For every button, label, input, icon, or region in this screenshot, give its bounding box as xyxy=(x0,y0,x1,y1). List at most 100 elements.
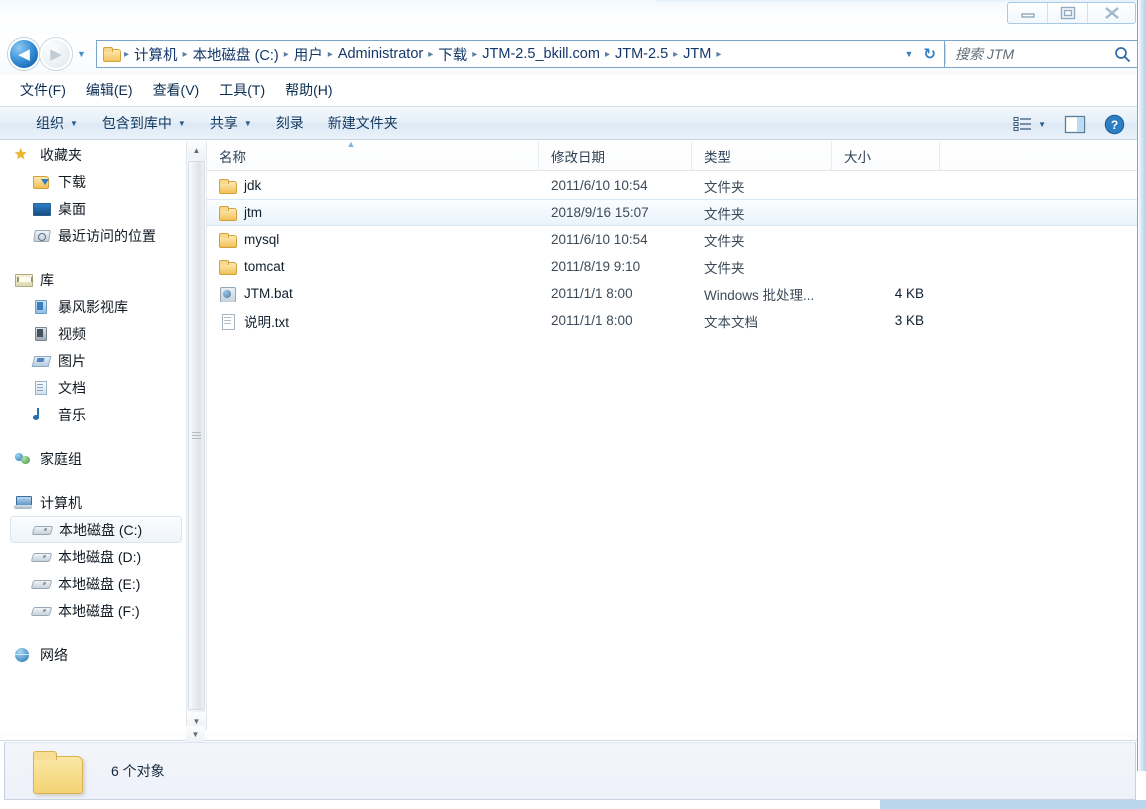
sidebar-item-drive-d[interactable]: 本地磁盘 (D:) xyxy=(0,543,186,570)
column-header-name[interactable]: ▲ 名称 xyxy=(207,138,539,171)
file-name-cell: jdk xyxy=(207,178,539,194)
sidebar-item-downloads[interactable]: 下载 xyxy=(0,168,186,195)
breadcrumb-item-jtm-bkill[interactable]: JTM-2.5_bkill.com xyxy=(478,45,604,63)
table-row[interactable]: 说明.txt 2011/1/1 8:00 文本文档 3 KB xyxy=(207,307,1139,334)
sidebar-group-computer[interactable]: 计算机 xyxy=(0,489,186,516)
menu-item-tools[interactable]: 工具(T) xyxy=(211,78,273,102)
toolbar-burn-button[interactable]: 刻录 xyxy=(264,110,316,136)
breadcrumb-item-administrator[interactable]: Administrator xyxy=(334,45,427,63)
navigation-buttons: ◀ ▶ ▼ xyxy=(8,38,86,70)
music-icon xyxy=(32,406,51,423)
sidebar-item-pictures[interactable]: 图片 xyxy=(0,347,186,374)
status-folder-icon xyxy=(29,748,87,794)
scroll-up-button[interactable]: ▲ xyxy=(187,141,206,159)
sidebar-item-drive-e[interactable]: 本地磁盘 (E:) xyxy=(0,570,186,597)
column-header-row: ▲ 名称 修改日期 类型 大小 xyxy=(207,138,1139,171)
sidebar-item-music[interactable]: 音乐 xyxy=(0,401,186,428)
sidebar-item-videos[interactable]: 视频 xyxy=(0,320,186,347)
file-name-cell: jtm xyxy=(207,205,539,221)
file-type: 文件夹 xyxy=(704,206,745,222)
sidebar-item-recent-places[interactable]: 最近访问的位置 xyxy=(0,222,186,249)
breadcrumb-separator: ▸ xyxy=(673,48,679,60)
address-dropdown-icon[interactable]: ▼ xyxy=(901,49,924,59)
table-row[interactable]: mysql 2011/6/10 10:54 文件夹 xyxy=(207,226,1139,253)
toolbar-share-label: 共享 xyxy=(209,115,238,131)
menu-item-edit[interactable]: 编辑(E) xyxy=(78,78,141,102)
maximize-button[interactable] xyxy=(1048,3,1088,23)
breadcrumb-item-jtm25[interactable]: JTM-2.5 xyxy=(611,45,672,63)
close-button[interactable] xyxy=(1088,3,1135,23)
documents-icon xyxy=(32,379,51,396)
sidebar-label: 文档 xyxy=(58,379,86,396)
file-rows: jdk 2011/6/10 10:54 文件夹 jtm 2018/9/16 15… xyxy=(207,172,1139,334)
breadcrumb-item-downloads[interactable]: 下载 xyxy=(434,43,471,66)
toolbar-share-button[interactable]: 共享 ▼ xyxy=(198,110,264,136)
videos-icon xyxy=(32,325,51,342)
toolbar-new-folder-button[interactable]: 新建文件夹 xyxy=(316,110,410,136)
menu-item-file[interactable]: 文件(F) xyxy=(12,78,74,102)
drive-icon xyxy=(32,602,51,619)
homegroup-icon xyxy=(14,450,33,467)
column-header-date-modified[interactable]: 修改日期 xyxy=(539,140,692,171)
preview-pane-button[interactable] xyxy=(1057,113,1093,136)
help-button[interactable]: ? xyxy=(1097,112,1132,137)
sidebar-item-desktop[interactable]: 桌面 xyxy=(0,195,186,222)
table-row[interactable]: tomcat 2011/8/19 9:10 文件夹 xyxy=(207,253,1139,280)
column-header-size[interactable]: 大小 xyxy=(832,140,940,171)
breadcrumb-item-users[interactable]: 用户 xyxy=(290,43,327,66)
sidebar-item-documents[interactable]: 文档 xyxy=(0,374,186,401)
file-name-cell: JTM.bat xyxy=(207,286,539,302)
navigation-pane-scrollbar[interactable]: ▲ ▼ xyxy=(186,141,206,730)
chevron-down-icon: ▼ xyxy=(177,118,186,128)
toolbar-organize-label: 组织 xyxy=(36,115,64,131)
table-row[interactable]: jdk 2011/6/10 10:54 文件夹 xyxy=(207,172,1139,199)
history-dropdown-icon[interactable]: ▼ xyxy=(77,49,86,59)
column-label: 类型 xyxy=(704,149,731,165)
search-input[interactable]: 搜索 JTM xyxy=(955,44,1114,64)
sidebar-group-network[interactable]: 网络 xyxy=(0,641,186,668)
file-list-pane: ▲ 名称 修改日期 类型 大小 jdk 2011/6/10 10:54 文件夹 xyxy=(206,138,1139,730)
search-icon[interactable] xyxy=(1114,46,1131,63)
sidebar-group-libraries[interactable]: 库 xyxy=(0,266,186,293)
sidebar-group-homegroup[interactable]: 家庭组 xyxy=(0,445,186,472)
scrollbar-thumb[interactable] xyxy=(188,161,205,710)
back-arrow-icon: ◀ xyxy=(18,45,30,63)
breadcrumb-item-computer[interactable]: 计算机 xyxy=(130,43,182,66)
back-button[interactable]: ◀ xyxy=(8,38,40,70)
file-name: jtm xyxy=(244,205,262,220)
file-type: 文件夹 xyxy=(704,233,745,249)
toolbar-include-label: 包含到库中 xyxy=(101,115,172,131)
sort-ascending-icon: ▲ xyxy=(346,138,356,149)
sidebar-item-drive-c[interactable]: 本地磁盘 (C:) xyxy=(10,516,182,543)
search-divider xyxy=(945,44,946,64)
sidebar-item-drive-f[interactable]: 本地磁盘 (F:) xyxy=(0,597,186,624)
breadcrumb-item-c-drive[interactable]: 本地磁盘 (C:) xyxy=(189,43,283,66)
table-row[interactable]: jtm 2018/9/16 15:07 文件夹 xyxy=(207,199,1139,226)
breadcrumb-separator: ▸ xyxy=(182,48,188,60)
toolbar-include-in-library-button[interactable]: 包含到库中 ▼ xyxy=(90,110,198,136)
address-bar[interactable]: ▸ 计算机 ▸ 本地磁盘 (C:) ▸ 用户 ▸ Administrator ▸… xyxy=(96,40,944,68)
forward-button[interactable]: ▶ xyxy=(40,38,72,70)
scrollbar-grip-icon xyxy=(192,432,201,439)
sidebar-label: 暴风影视库 xyxy=(58,298,128,315)
column-header-type[interactable]: 类型 xyxy=(692,140,832,171)
change-view-button[interactable]: ▼ xyxy=(1006,114,1053,135)
file-date: 2011/6/10 10:54 xyxy=(551,232,648,247)
scroll-down-button-bottom[interactable]: ▼ xyxy=(186,726,205,742)
refresh-icon[interactable]: ↻ xyxy=(923,45,944,63)
forward-arrow-icon: ▶ xyxy=(50,45,62,63)
sidebar-label: 音乐 xyxy=(58,406,86,423)
toolbar-organize-button[interactable]: 组织 ▼ xyxy=(24,110,90,136)
sidebar-item-baofeng-library[interactable]: 暴风影视库 xyxy=(0,293,186,320)
search-box[interactable]: 搜索 JTM xyxy=(944,40,1138,68)
menu-item-view[interactable]: 查看(V) xyxy=(145,78,208,102)
sidebar-group-favorites[interactable]: ★ 收藏夹 xyxy=(0,141,186,168)
file-name-cell: 说明.txt xyxy=(207,311,539,331)
menu-item-help[interactable]: 帮助(H) xyxy=(277,78,340,102)
minimize-button[interactable] xyxy=(1008,3,1048,23)
table-row[interactable]: JTM.bat 2011/1/1 8:00 Windows 批处理... 4 K… xyxy=(207,280,1139,307)
address-folder-icon xyxy=(103,47,121,62)
breadcrumb-item-jtm[interactable]: JTM xyxy=(679,45,715,63)
file-name: 说明.txt xyxy=(244,314,290,330)
baofeng-library-icon xyxy=(32,298,51,315)
